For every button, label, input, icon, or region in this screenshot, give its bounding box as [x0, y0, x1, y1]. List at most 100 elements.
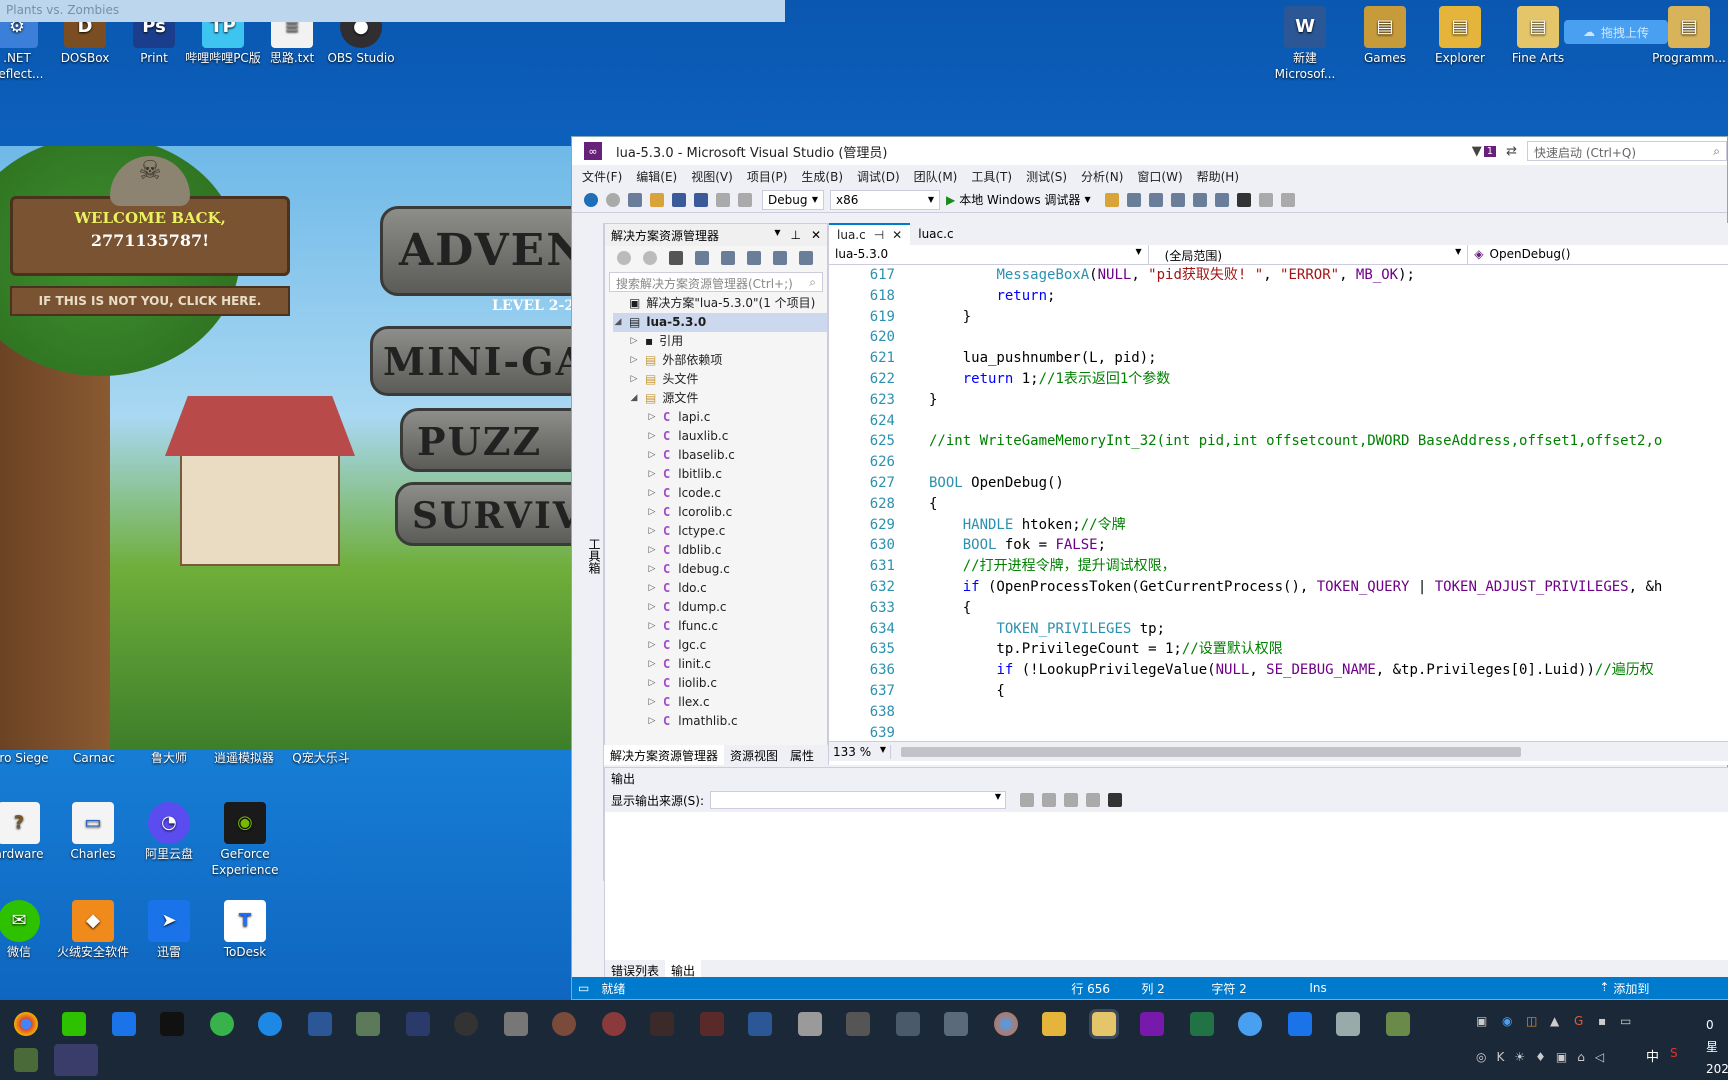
tray-icon[interactable]: ◫: [1526, 1014, 1537, 1028]
tray-icon[interactable]: ▪: [1598, 1014, 1606, 1028]
taskbar-app-favorites[interactable]: [112, 1012, 136, 1036]
add-to-source-control[interactable]: ⇡ 添加到: [1599, 980, 1649, 997]
forward-icon[interactable]: [606, 192, 620, 207]
prev-bookmark-icon[interactable]: [1258, 192, 1273, 207]
pending-changes-icon[interactable]: [721, 251, 735, 265]
code-line[interactable]: //int WriteGameMemoryInt_32(int pid,int …: [929, 431, 1662, 452]
code-line[interactable]: return;: [929, 286, 1055, 307]
tree-project[interactable]: ◢ ▤ lua-5.3.0: [613, 313, 827, 332]
taskbar-app-14[interactable]: [700, 1012, 724, 1036]
menu-test[interactable]: 测试(S): [1026, 168, 1067, 185]
desktop-icon-games[interactable]: ▤ Games: [1346, 2, 1424, 66]
close-icon[interactable]: ✕: [811, 228, 821, 242]
outdent-icon[interactable]: [1170, 192, 1185, 207]
indent-icon[interactable]: [1148, 192, 1163, 207]
taskbar-app-qq[interactable]: [160, 1012, 184, 1036]
taskbar-app-onenote[interactable]: [1140, 1012, 1164, 1036]
taskbar-app-11[interactable]: [552, 1012, 576, 1036]
tree-file[interactable]: ▷ Clmathlib.c: [613, 712, 827, 731]
open-icon[interactable]: [650, 192, 664, 207]
menu-help[interactable]: 帮助(H): [1197, 168, 1239, 185]
tab-resource-view[interactable]: 资源视图: [724, 745, 784, 765]
sync-icon[interactable]: [747, 251, 761, 265]
desktop-icon-todesk[interactable]: T ToDesk: [206, 896, 284, 960]
solution-search-input[interactable]: 搜索解决方案资源管理器(Ctrl+;) ⌕: [609, 272, 823, 292]
bookmark-icon[interactable]: [1236, 192, 1251, 207]
taskbar-app-19[interactable]: [944, 1012, 968, 1036]
new-project-icon[interactable]: [628, 192, 642, 207]
tree-file[interactable]: ▷ Cldblib.c: [613, 541, 827, 560]
upload-button[interactable]: ☁ 拖拽上传: [1564, 20, 1668, 44]
taskbar-app-browser[interactable]: [994, 1012, 1018, 1036]
pvz-game-window[interactable]: WELCOME BACK, 2771135787! ☠ IF THIS IS N…: [0, 146, 575, 750]
forward-icon[interactable]: [643, 251, 657, 265]
tree-file[interactable]: ▷ Cllex.c: [613, 693, 827, 712]
code-line[interactable]: return 1;//1表示返回1个参数: [929, 369, 1171, 390]
nav-project-select[interactable]: lua-5.3.0 ▼: [829, 245, 1149, 264]
next-bookmark-icon[interactable]: [1280, 192, 1295, 207]
taskbar-app-excel[interactable]: [1190, 1012, 1214, 1036]
puzzle-button[interactable]: PUZZ: [400, 408, 575, 472]
notification-badge[interactable]: 1: [1483, 145, 1497, 157]
code-line[interactable]: }: [929, 307, 971, 328]
start-debugger-button[interactable]: ▶ 本地 Windows 调试器 ▼: [946, 191, 1091, 208]
taskbar-app-active-folder[interactable]: [1089, 1009, 1119, 1039]
taskbar-app-17[interactable]: [846, 1012, 870, 1036]
feedback-icon[interactable]: ⇄: [1506, 144, 1517, 159]
tree-file[interactable]: ▷ Clbitlib.c: [613, 465, 827, 484]
desktop-icon-carnac[interactable]: Carnac: [55, 750, 133, 766]
redo-icon[interactable]: [738, 192, 752, 207]
desktop-icon-geforce[interactable]: ◉ GeForce Experience: [206, 798, 284, 878]
tray-icon[interactable]: ▲: [1550, 1014, 1559, 1028]
tab-luac-c[interactable]: luac.c: [910, 223, 961, 245]
back-icon[interactable]: [584, 192, 598, 207]
next-message-icon[interactable]: [1064, 793, 1079, 807]
code-line[interactable]: }: [929, 390, 937, 411]
taskbar-app-obs[interactable]: [454, 1012, 478, 1036]
code-line[interactable]: lua_pushnumber(L, pid);: [929, 348, 1157, 369]
display-icon[interactable]: ▣: [1556, 1050, 1567, 1064]
horizontal-scrollbar[interactable]: [901, 746, 1521, 757]
tree-file[interactable]: ▷ Clauxlib.c: [613, 427, 827, 446]
taskbar-app-8[interactable]: [406, 1012, 430, 1036]
network-icon[interactable]: ⌂: [1577, 1050, 1585, 1064]
tree-folder-sources[interactable]: ◢ ▤ 源文件: [613, 389, 827, 408]
platform-select[interactable]: x86 ▼: [830, 189, 940, 210]
taskbar-app-wechat[interactable]: [62, 1012, 86, 1036]
nav-function-select[interactable]: ◈ OpenDebug(): [1468, 245, 1728, 264]
ime-indicator[interactable]: 中: [1646, 1046, 1659, 1065]
prev-message-icon[interactable]: [1042, 793, 1057, 807]
tray-icon[interactable]: ▭: [1620, 1014, 1631, 1028]
taskbar-app-7[interactable]: [356, 1012, 380, 1036]
switch-views-icon[interactable]: [695, 251, 709, 265]
sun-icon[interactable]: ☀: [1514, 1050, 1525, 1064]
tree-file[interactable]: ▷ Cliolib.c: [613, 674, 827, 693]
code-line[interactable]: BOOL fok = FALSE;: [929, 535, 1106, 556]
code-line[interactable]: {: [929, 494, 937, 515]
config-select[interactable]: Debug ▼: [762, 189, 824, 210]
taskbar-app-green[interactable]: [210, 1012, 234, 1036]
code-area[interactable]: 617 MessageBoxA(NULL, "pid获取失败! ", "ERRO…: [829, 265, 1728, 741]
tree-file[interactable]: ▷ Cldump.c: [613, 598, 827, 617]
back-icon[interactable]: [617, 251, 631, 265]
tree-file[interactable]: ▷ Clinit.c: [613, 655, 827, 674]
desktop-icon-explorer[interactable]: ▤ Explorer: [1421, 2, 1499, 66]
desktop-icon-ro-siege[interactable]: ro Siege: [0, 750, 63, 766]
taskbar-app-cheat-engine[interactable]: [308, 1012, 332, 1036]
tree-file[interactable]: ▷ Clgc.c: [613, 636, 827, 655]
tree-folder-headers[interactable]: ▷ ▤ 头文件: [613, 370, 827, 389]
taskbar-app-15[interactable]: [748, 1012, 772, 1036]
tray-icon[interactable]: ◉: [1502, 1014, 1512, 1028]
menu-team[interactable]: 团队(M): [914, 168, 958, 185]
tree-file[interactable]: ▷ Cldebug.c: [613, 560, 827, 579]
menu-build[interactable]: 生成(B): [801, 168, 843, 185]
menu-analyze[interactable]: 分析(N): [1081, 168, 1123, 185]
menu-debug[interactable]: 调试(D): [857, 168, 900, 185]
tree-file[interactable]: ▷ Clbaselib.c: [613, 446, 827, 465]
tab-properties[interactable]: 属性: [784, 745, 820, 765]
taskbar-app-10[interactable]: [504, 1012, 528, 1036]
word-wrap-icon[interactable]: [1108, 793, 1123, 807]
taskbar-app-18[interactable]: [896, 1012, 920, 1036]
desktop-icon-charles[interactable]: ▭ Charles: [54, 798, 132, 862]
close-icon[interactable]: ✕: [892, 228, 902, 242]
